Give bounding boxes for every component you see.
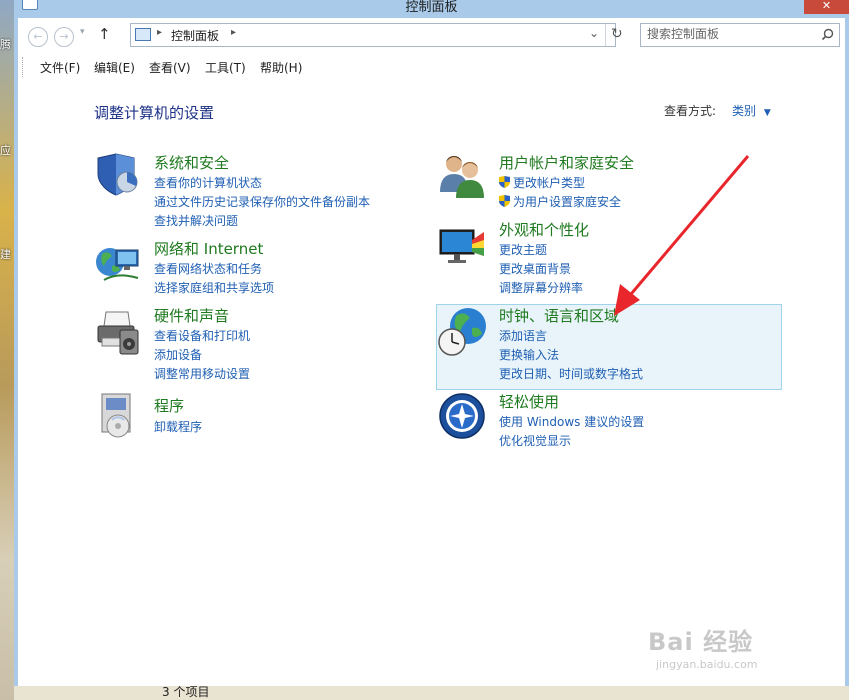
chevron-down-icon[interactable]: ▼ xyxy=(764,108,771,118)
view-by-dropdown[interactable]: 类别 ▼ xyxy=(732,102,771,119)
category-title-network-internet[interactable]: 网络和 Internet xyxy=(154,238,263,259)
link-change-date-time-format[interactable]: 更改日期、时间或数字格式 xyxy=(499,365,643,382)
ease-of-access-icon[interactable] xyxy=(438,392,486,440)
category-title-system-security[interactable]: 系统和安全 xyxy=(154,152,229,173)
link-network-status[interactable]: 查看网络状态和任务 xyxy=(154,260,262,277)
navigation-bar: ← → ▾ ↑ ▸ 控制面板 ▸ ⌄ ↻ xyxy=(18,18,845,54)
control-panel-window: 控制面板 ✕ ← → ▾ ↑ ▸ 控制面板 ▸ ⌄ ↻ 文件(F) 编辑(E) xyxy=(14,0,849,686)
annotation-arrow xyxy=(614,155,750,316)
menu-bar: 文件(F) 编辑(E) 查看(V) 工具(T) 帮助(H) xyxy=(18,54,845,81)
category-title-appearance[interactable]: 外观和个性化 xyxy=(499,219,589,240)
menu-tools[interactable]: 工具(T) xyxy=(205,59,246,76)
view-by-value[interactable]: 类别 xyxy=(732,104,756,118)
back-button[interactable]: ← xyxy=(28,27,48,47)
category-title-hardware-sound[interactable]: 硬件和声音 xyxy=(154,305,229,326)
security-shield-icon[interactable] xyxy=(94,152,142,196)
forward-button[interactable]: → xyxy=(54,27,74,47)
printer-icon[interactable] xyxy=(94,308,142,356)
menu-file[interactable]: 文件(F) xyxy=(40,59,80,76)
desktop-icon-label[interactable]: 建 xyxy=(0,246,14,262)
divider xyxy=(605,24,606,46)
desktop-icon-label[interactable]: 腾 xyxy=(0,36,14,52)
category-title-ease-of-access[interactable]: 轻松使用 xyxy=(499,391,559,412)
address-dropdown-icon[interactable]: ⌄ xyxy=(589,26,599,40)
uac-shield-icon xyxy=(499,176,510,188)
link-devices-printers[interactable]: 查看设备和打印机 xyxy=(154,327,250,344)
desktop-icon-label[interactable]: 应 xyxy=(0,142,14,158)
refresh-button[interactable]: ↻ xyxy=(611,26,623,42)
chevron-down-icon[interactable]: ▾ xyxy=(80,27,85,37)
breadcrumb-separator-icon[interactable]: ▸ xyxy=(231,27,236,38)
uac-shield-icon xyxy=(499,195,510,207)
status-item-count: 3 个项目 xyxy=(162,685,210,699)
link-mobility-settings[interactable]: 调整常用移动设置 xyxy=(154,365,250,382)
breadcrumb-control-panel[interactable]: 控制面板 xyxy=(171,27,219,44)
link-file-history-backup[interactable]: 通过文件历史记录保存你的文件备份副本 xyxy=(154,193,370,210)
menu-grip xyxy=(22,57,25,77)
clock-globe-icon[interactable] xyxy=(438,306,488,358)
link-windows-suggested-settings[interactable]: 使用 Windows 建议的设置 xyxy=(499,413,644,430)
up-button[interactable]: ↑ xyxy=(98,25,111,43)
breadcrumb-separator-icon[interactable]: ▸ xyxy=(157,27,162,38)
category-title-programs[interactable]: 程序 xyxy=(154,395,184,416)
link-add-language[interactable]: 添加语言 xyxy=(499,327,547,344)
network-globe-icon[interactable] xyxy=(94,242,142,286)
link-label[interactable]: 更改帐户类型 xyxy=(513,176,585,190)
view-by-label: 查看方式: xyxy=(664,104,717,118)
menu-edit[interactable]: 编辑(E) xyxy=(94,59,135,76)
control-panel-icon xyxy=(135,28,151,41)
watermark-url: jingyan.baidu.com xyxy=(656,658,758,671)
users-icon[interactable] xyxy=(438,152,486,198)
search-input[interactable] xyxy=(647,26,817,42)
link-optimize-visual-display[interactable]: 优化视觉显示 xyxy=(499,432,571,449)
link-screen-resolution[interactable]: 调整屏幕分辨率 xyxy=(499,279,583,296)
title-bar[interactable]: 控制面板 ✕ xyxy=(14,0,849,18)
link-homegroup-sharing[interactable]: 选择家庭组和共享选项 xyxy=(154,279,274,296)
link-change-account-type[interactable]: 更改帐户类型 xyxy=(499,174,585,191)
window-title: 控制面板 xyxy=(405,0,458,15)
close-button[interactable]: ✕ xyxy=(804,0,849,14)
page-title: 调整计算机的设置 xyxy=(94,104,215,122)
search-box[interactable] xyxy=(640,23,840,47)
menu-help[interactable]: 帮助(H) xyxy=(260,59,302,76)
programs-icon[interactable] xyxy=(96,392,140,438)
menu-view[interactable]: 查看(V) xyxy=(149,59,191,76)
link-add-device[interactable]: 添加设备 xyxy=(154,346,202,363)
desktop-background xyxy=(0,0,14,700)
link-change-theme[interactable]: 更改主题 xyxy=(499,241,547,258)
status-bar xyxy=(18,676,845,686)
address-bar[interactable]: ▸ 控制面板 ▸ ⌄ ↻ xyxy=(130,23,623,47)
search-icon[interactable] xyxy=(821,28,834,41)
watermark-logo: Bai 经验 xyxy=(648,628,754,656)
link-change-desktop-background[interactable]: 更改桌面背景 xyxy=(499,260,571,277)
link-uninstall-program[interactable]: 卸载程序 xyxy=(154,418,202,435)
link-view-computer-status[interactable]: 查看你的计算机状态 xyxy=(154,174,262,191)
monitor-icon[interactable] xyxy=(438,226,486,270)
link-change-input-method[interactable]: 更换输入法 xyxy=(499,346,559,363)
link-troubleshoot[interactable]: 查找并解决问题 xyxy=(154,212,238,229)
